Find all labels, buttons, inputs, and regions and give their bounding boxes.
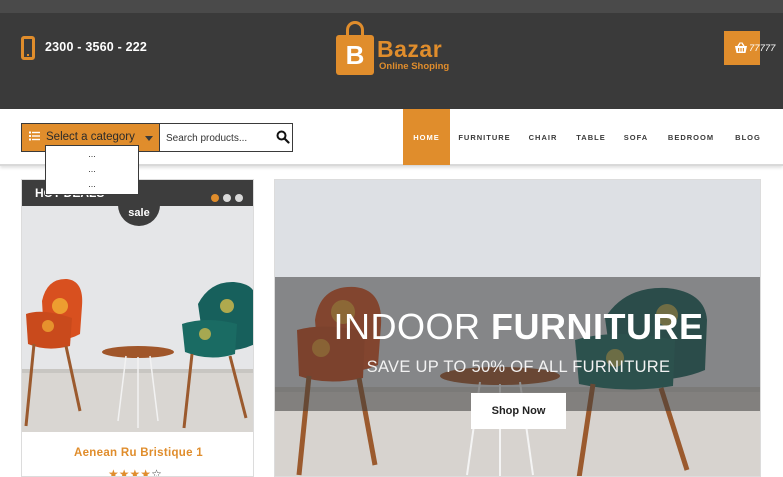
banner-heading-bold: FURNITURE (491, 306, 704, 347)
site-logo[interactable]: B Bazar Online Shoping (336, 21, 451, 81)
phone-icon (21, 36, 35, 60)
hot-deals-card: HOT DEALS sale Aenean Ru Bristique 1 ★★★… (21, 179, 254, 477)
nav-item-sofa[interactable]: SOFA (622, 109, 650, 165)
carousel-dots (207, 189, 243, 207)
category-dropdown: ... ... ... (45, 145, 139, 195)
logo-tagline: Online Shoping (379, 61, 450, 72)
nav-item-furniture[interactable]: FURNITURE (458, 109, 511, 165)
search-input[interactable] (166, 130, 271, 146)
carousel-dot[interactable] (235, 194, 243, 202)
star-icon: ★ (129, 467, 141, 477)
dropdown-option[interactable]: ... (46, 146, 138, 161)
star-icon: ★ (140, 467, 152, 477)
carousel-dot[interactable] (223, 194, 231, 202)
nav-item-bedroom[interactable]: BEDROOM (666, 109, 716, 165)
logo-name: Bazar (377, 36, 443, 62)
search-icon[interactable] (276, 130, 290, 144)
hero-banner: INDOOR FURNITURE SAVE UP TO 50% OF ALL F… (274, 179, 761, 477)
dropdown-option[interactable]: ... (46, 176, 138, 191)
category-select-label: Select a category (46, 131, 135, 143)
nav-item-home[interactable]: HOME (403, 109, 450, 165)
basket-icon (735, 42, 747, 53)
product-image[interactable] (22, 206, 254, 432)
caret-down-icon (145, 136, 153, 141)
star-icon: ★ (118, 467, 130, 477)
list-icon (29, 131, 40, 141)
nav-item-blog[interactable]: BLOG (732, 109, 764, 165)
search-box (159, 123, 293, 152)
logo-letter: B (336, 35, 374, 75)
product-rating: ★★★★☆ (108, 467, 162, 477)
top-strip (0, 0, 783, 13)
phone-number: 2300 - 3560 - 222 (45, 40, 148, 54)
star-icon: ★ (108, 467, 119, 477)
dropdown-option[interactable]: ... (46, 161, 138, 176)
cart-count: 77777 (749, 43, 776, 54)
banner-subheading: SAVE UP TO 50% OF ALL FURNITURE (366, 358, 671, 376)
banner-heading: INDOOR FURNITURE (275, 306, 760, 348)
shop-now-button[interactable]: Shop Now (471, 393, 566, 429)
nav-item-table[interactable]: TABLE (575, 109, 607, 165)
nav-item-chair[interactable]: CHAIR (525, 109, 561, 165)
star-icon: ☆ (151, 467, 162, 477)
carousel-dot[interactable] (211, 194, 219, 202)
product-title[interactable]: Aenean Ru Bristique 1 (22, 447, 253, 459)
banner-heading-thin: INDOOR (333, 306, 481, 347)
